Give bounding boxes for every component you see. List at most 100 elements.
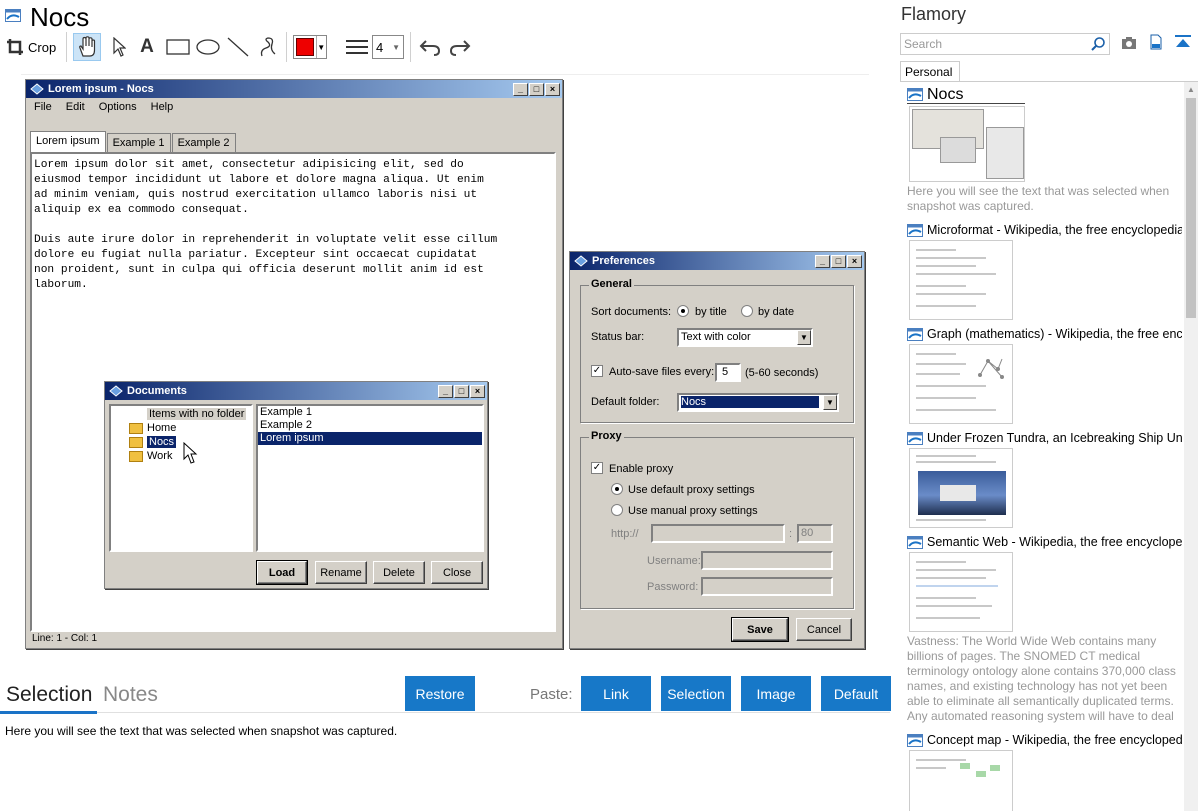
chevron-down-icon: ▼: [392, 42, 400, 52]
page-icon: [907, 223, 923, 237]
paste-image-button[interactable]: Image: [741, 676, 811, 711]
paste-label: Paste:: [530, 686, 573, 703]
entry-title: Concept map - Wikipedia, the free encycl…: [927, 733, 1182, 747]
chevron-down-icon: ▼: [823, 395, 837, 410]
tab-notes[interactable]: Notes: [103, 683, 158, 707]
pan-tool-button[interactable]: [73, 33, 101, 61]
folder-icon: [129, 450, 143, 462]
window-title: Lorem ipsum - Nocs: [48, 83, 154, 95]
sort-label: Sort documents:: [591, 306, 672, 318]
selection-text[interactable]: Here you will see the text that was sele…: [5, 724, 397, 738]
password-label: Password:: [647, 581, 699, 593]
thumbnail: [909, 240, 1013, 320]
radio-by-title: [677, 305, 689, 317]
paste-link-button[interactable]: Link: [581, 676, 651, 711]
thumbnail: [909, 750, 1013, 811]
undo-button[interactable]: [417, 35, 443, 59]
close-icon: ×: [470, 384, 485, 398]
text-tool-icon[interactable]: A: [137, 35, 157, 59]
editor-paragraph: Lorem ipsum dolor sit amet, consectetur …: [34, 159, 484, 216]
group-title: General: [589, 278, 634, 290]
radio-by-date: [741, 305, 753, 317]
list-item[interactable]: Graph (mathematics) - Wikipedia, the fre…: [907, 326, 1182, 424]
tree-item-selected: Nocs: [147, 436, 177, 448]
ellipse-icon: [196, 39, 220, 55]
ellipse-tool-button[interactable]: [195, 35, 221, 59]
nocs-icon: [109, 385, 123, 397]
paste-default-button[interactable]: Default: [821, 676, 891, 711]
proxy-port-input: 80: [797, 524, 833, 543]
undo-icon: [419, 40, 441, 56]
entry-title: Under Frozen Tundra, an Icebreaking Ship…: [927, 431, 1182, 445]
line-tool-button[interactable]: [226, 35, 250, 59]
folder-tree: Items with no folder Home Nocs Work: [109, 404, 253, 552]
maximize-icon: □: [831, 254, 846, 268]
entry-title: Semantic Web - Wikipedia, the free encyc…: [927, 535, 1182, 549]
line-width-value: 4: [376, 39, 384, 55]
document-icon[interactable]: [1150, 34, 1162, 50]
general-group: General Sort documents: by title by date…: [580, 278, 854, 423]
collapse-top-icon[interactable]: [1175, 35, 1191, 49]
entry-description: Here you will see the text that was sele…: [907, 184, 1170, 213]
search-icon[interactable]: [1090, 36, 1106, 52]
entry-title: Nocs: [927, 86, 964, 103]
autosave-hint: (5-60 seconds): [745, 367, 819, 379]
thumbnail: [909, 344, 1013, 424]
list-item-selected: Lorem ipsum: [258, 432, 482, 445]
enable-proxy-label: Enable proxy: [609, 463, 674, 475]
radio-default-proxy: [611, 483, 623, 495]
status-bar-label: Status bar:: [591, 331, 645, 343]
radio-manual-proxy: [611, 504, 623, 516]
restore-button[interactable]: Restore: [405, 676, 475, 711]
tab-selection[interactable]: Selection: [6, 683, 92, 707]
file-list: Example 1 Example 2 Lorem ipsum: [256, 404, 484, 552]
folder-icon: [129, 436, 143, 448]
sidebar-scrollbar[interactable]: ▲: [1184, 82, 1198, 811]
folder-icon: [129, 422, 143, 434]
tab-personal[interactable]: Personal: [900, 61, 960, 82]
minimize-icon: _: [438, 384, 453, 398]
paste-selection-button[interactable]: Selection: [661, 676, 731, 711]
select-tool-button[interactable]: [108, 35, 130, 59]
rectangle-tool-button[interactable]: [165, 35, 191, 59]
line-width-icon: [345, 35, 369, 59]
search-placeholder: Search: [904, 37, 943, 51]
scrollbar-thumb[interactable]: [1186, 98, 1196, 318]
default-folder-select: Nocs ▼: [677, 393, 839, 412]
crop-button[interactable]: Crop: [6, 35, 56, 59]
entry-title: Graph (mathematics) - Wikipedia, the fre…: [927, 327, 1182, 341]
status-line: Line: 1 - Col: 1: [32, 633, 98, 644]
snapshot-image[interactable]: Lorem ipsum - Nocs _ □ × File Edit Options…: [21, 74, 869, 654]
list-item[interactable]: Under Frozen Tundra, an Icebreaking Ship…: [907, 430, 1182, 528]
chevron-up-icon[interactable]: ▲: [1187, 85, 1195, 94]
autosave-input: 5: [715, 363, 741, 382]
window-title: Documents: [127, 385, 187, 397]
window-title: Preferences: [592, 255, 655, 267]
list-item[interactable]: Nocs Here you will see the text that was…: [907, 86, 1182, 214]
color-picker[interactable]: ▼: [293, 35, 327, 59]
preferences-window: Preferences _ □ × General Sort documents: …: [569, 251, 865, 649]
close-button: Close: [431, 561, 483, 584]
menu-help: Help: [150, 101, 174, 113]
line-width-select[interactable]: 4 ▼: [372, 35, 404, 59]
list-item[interactable]: Concept map - Wikipedia, the free encycl…: [907, 732, 1182, 811]
freehand-tool-button[interactable]: [256, 35, 280, 59]
redo-button[interactable]: [447, 35, 473, 59]
radio-label: by date: [758, 306, 795, 318]
enable-proxy-checkbox: ✓: [591, 462, 603, 474]
line-icon: [227, 37, 249, 57]
camera-icon[interactable]: [1121, 36, 1137, 50]
proxy-host-input: [651, 524, 785, 543]
documents-window: Documents _ □ × Items with no folder Home …: [104, 381, 488, 589]
close-icon: ×: [847, 254, 862, 268]
default-folder-label: Default folder:: [591, 396, 660, 408]
minimize-icon: _: [513, 82, 528, 96]
list-item[interactable]: Semantic Web - Wikipedia, the free encyc…: [907, 534, 1182, 726]
menu-bar: File Edit Options Help: [26, 98, 562, 116]
delete-button: Delete: [373, 561, 425, 584]
hand-icon: [79, 36, 96, 57]
search-box[interactable]: Search: [900, 33, 1110, 55]
freehand-icon: [260, 37, 276, 57]
group-title: Proxy: [589, 430, 624, 442]
list-item[interactable]: Microformat - Wikipedia, the free encycl…: [907, 222, 1182, 320]
